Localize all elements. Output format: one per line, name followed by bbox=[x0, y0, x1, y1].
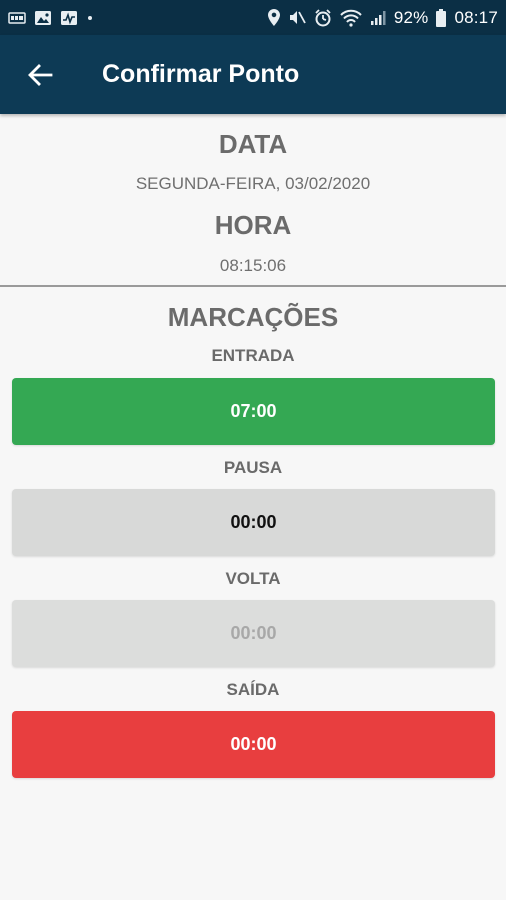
activity-notification-icon bbox=[60, 10, 78, 26]
volta-time: 00:00 bbox=[230, 623, 277, 643]
alarm-icon bbox=[314, 8, 332, 27]
data-value: SEGUNDA-FEIRA, 03/02/2020 bbox=[135, 174, 371, 193]
status-bar: 92% 08:17 bbox=[0, 0, 506, 35]
status-time: 08:17 bbox=[454, 7, 498, 27]
entrada-label: ENTRADA bbox=[211, 346, 295, 365]
volta-button[interactable]: 00:00 bbox=[12, 600, 495, 667]
hora-value: 08:15:06 bbox=[219, 256, 287, 275]
hora-title: HORA bbox=[214, 210, 292, 240]
signal-icon bbox=[370, 10, 386, 26]
data-title: DATA bbox=[218, 129, 288, 159]
app-notification-icon bbox=[8, 11, 26, 25]
divider bbox=[0, 285, 506, 287]
mute-icon bbox=[288, 9, 306, 26]
pausa-button[interactable]: 00:00 bbox=[12, 489, 495, 556]
pausa-time: 00:00 bbox=[230, 512, 277, 532]
back-button[interactable] bbox=[20, 55, 60, 95]
saida-button[interactable]: 00:00 bbox=[12, 711, 495, 778]
volta-label: VOLTA bbox=[225, 569, 281, 588]
status-right-icons: 92% 08:17 bbox=[267, 7, 498, 28]
battery-icon bbox=[436, 8, 447, 27]
location-icon bbox=[267, 9, 280, 26]
pausa-label: PAUSA bbox=[223, 458, 283, 477]
saida-time: 00:00 bbox=[230, 734, 277, 754]
status-left-icons bbox=[8, 10, 94, 26]
battery-percentage: 92% bbox=[393, 7, 429, 27]
back-arrow-icon bbox=[28, 63, 53, 86]
app-bar: Confirmar Ponto bbox=[0, 35, 506, 114]
gallery-notification-icon bbox=[34, 10, 52, 26]
entrada-time: 07:00 bbox=[230, 401, 277, 421]
saida-label: SAÍDA bbox=[226, 680, 280, 699]
marcacoes-title: MARCAÇÕES bbox=[167, 302, 339, 332]
more-notifications-dot-icon bbox=[86, 14, 94, 22]
page-title: Confirmar Ponto bbox=[102, 60, 300, 88]
wifi-icon bbox=[340, 9, 362, 27]
entrada-button[interactable]: 07:00 bbox=[12, 378, 495, 445]
